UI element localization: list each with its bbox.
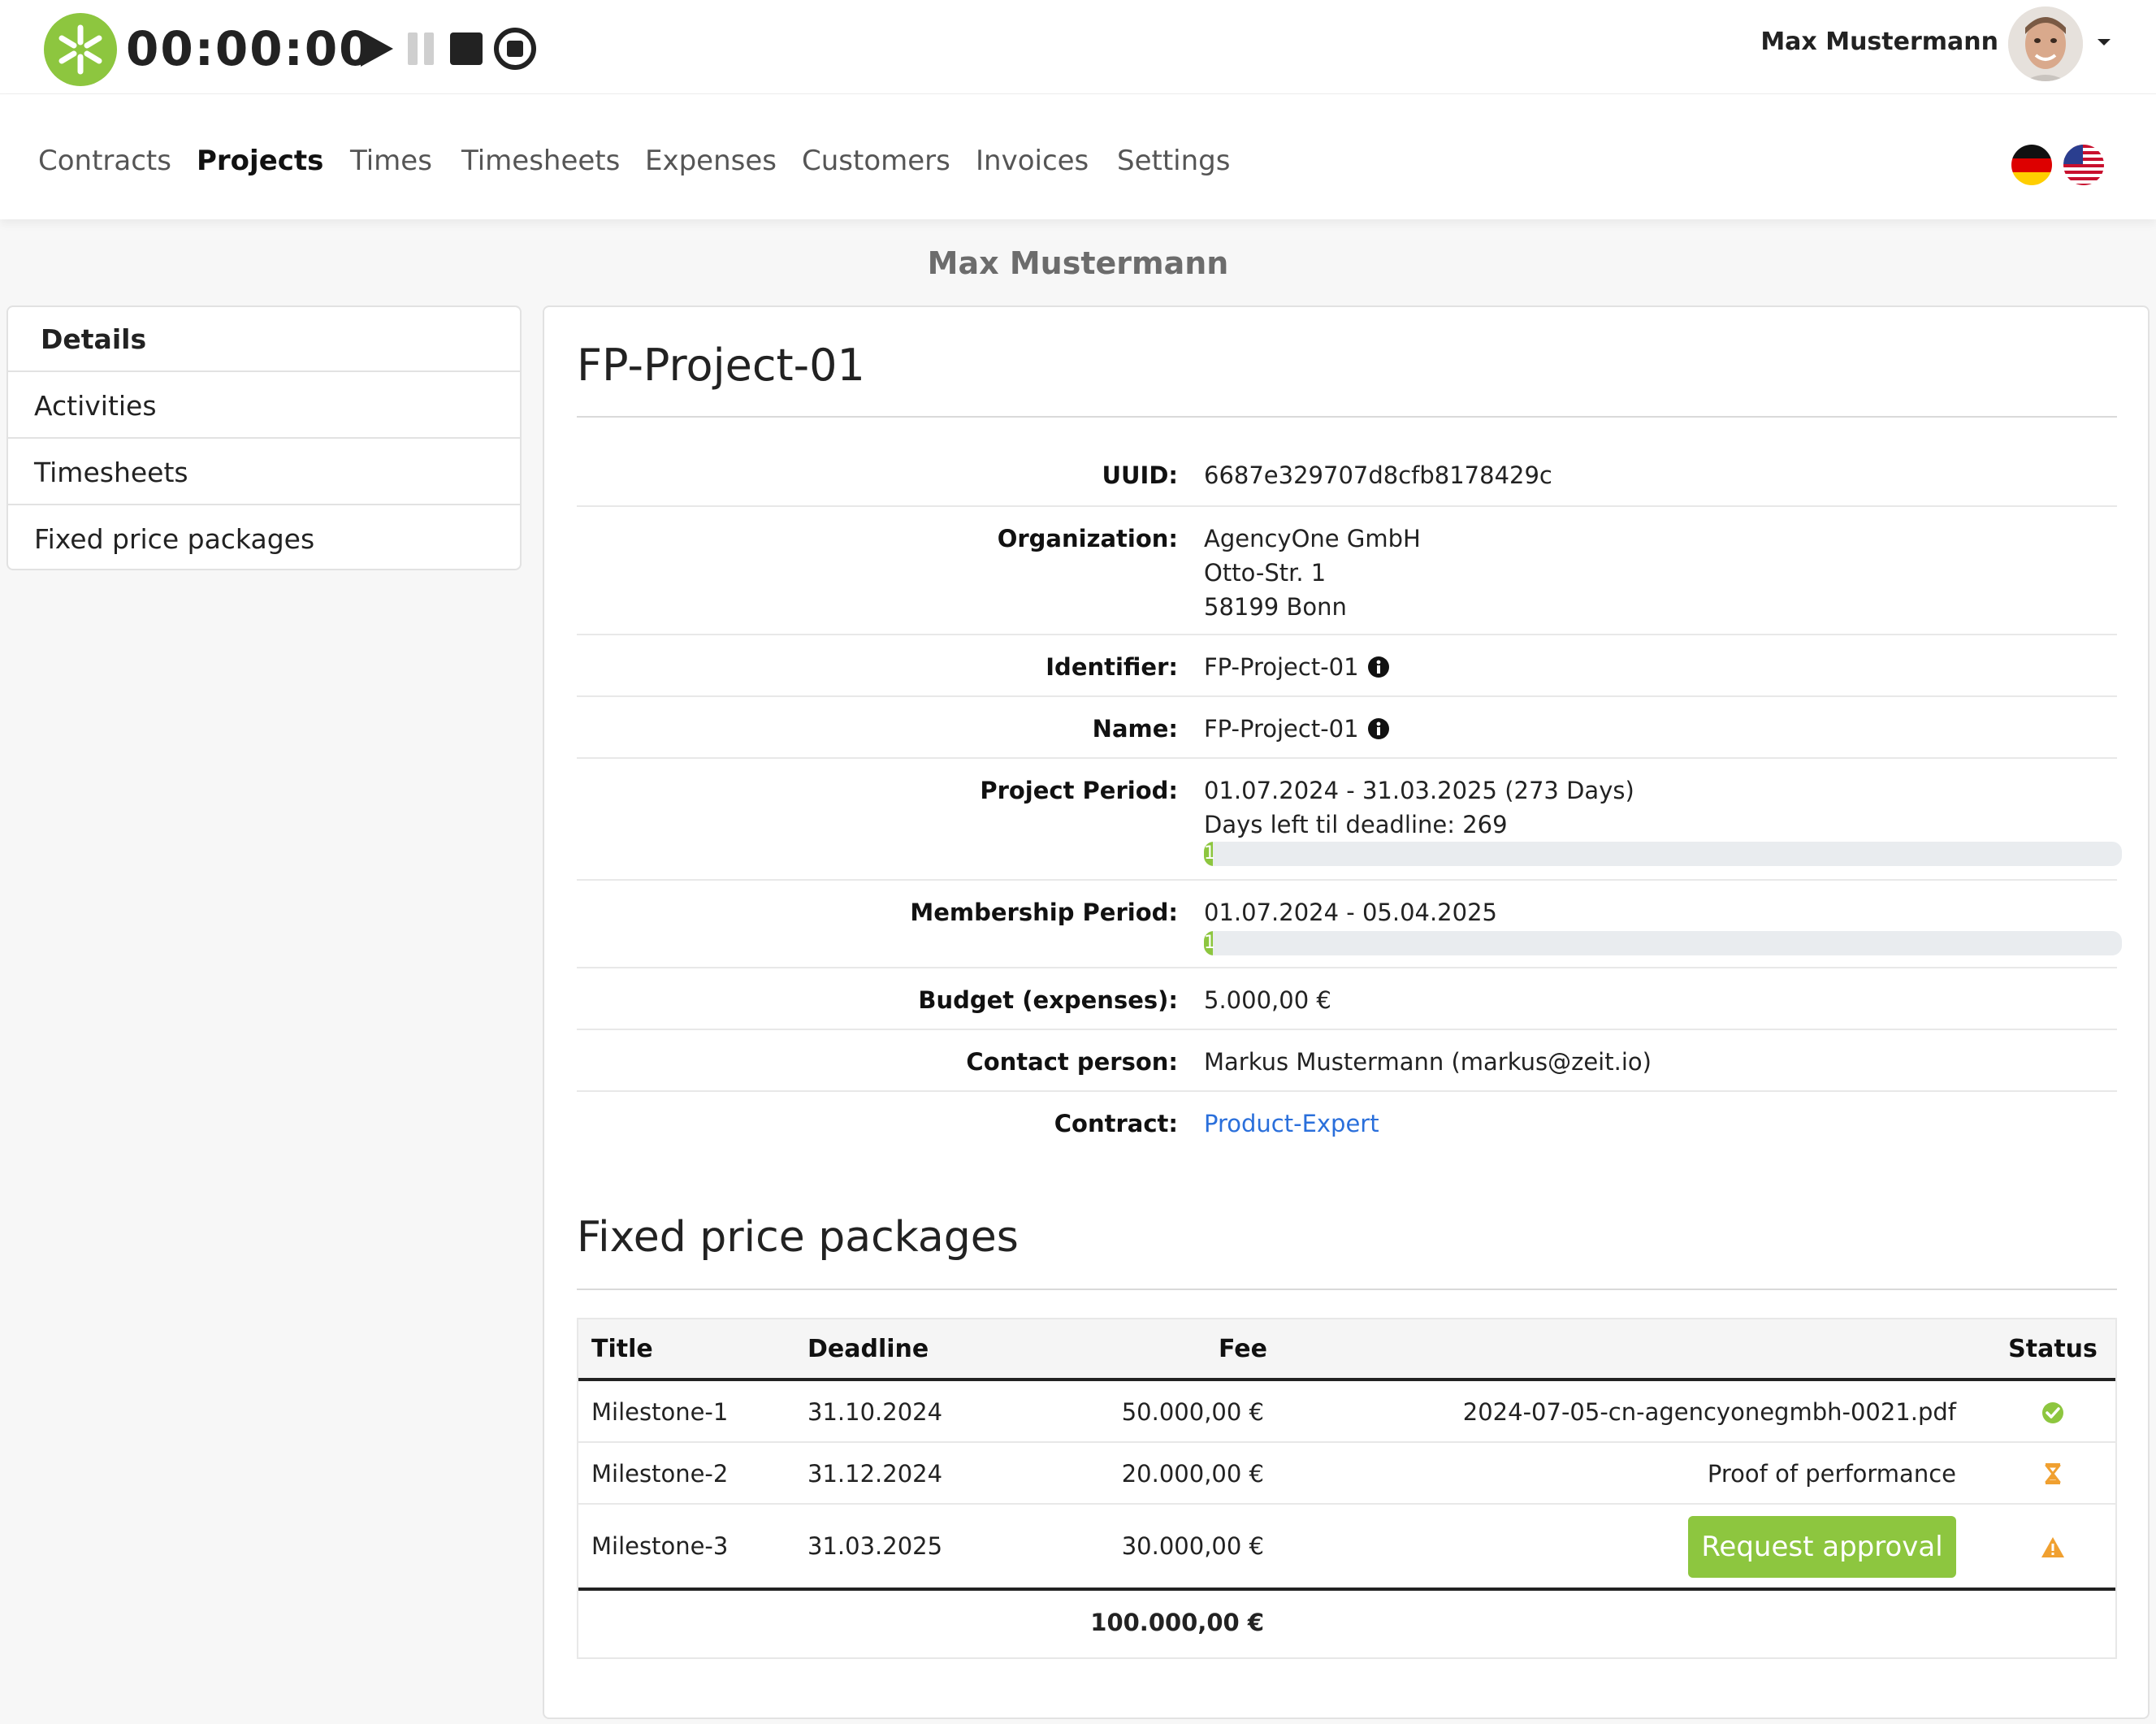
project-details-card: FP-Project-01 UUID: 6687e329707d8cfb8178… (543, 305, 2150, 1719)
user-menu-caret-icon[interactable] (2094, 32, 2114, 52)
membership-period-row: Membership Period: 01.07.2024 - 05.04.20… (577, 881, 2122, 968)
invoice-pdf-link[interactable]: 2024-07-05-cn-agencyonegmbh-0021.pdf (1391, 1395, 1956, 1429)
membership-period-label: Membership Period: (910, 899, 1178, 926)
top-bar: 00:00:00 Max Mustermann (0, 0, 2156, 94)
package-deadline: 31.10.2024 (807, 1398, 943, 1426)
uuid-label: UUID: (1102, 461, 1178, 489)
name-value: FP-Project-01 (1204, 712, 1390, 746)
packages-heading: Fixed price packages (577, 1213, 1019, 1262)
play-button[interactable] (354, 23, 403, 75)
organization-label: Organization: (997, 525, 1178, 552)
check-circle-icon (2041, 1401, 2065, 1425)
contact-row: Contact person: Markus Mustermann (marku… (577, 1030, 2117, 1092)
pause-button[interactable] (398, 23, 447, 75)
nav-times[interactable]: Times (350, 143, 432, 179)
project-progress-fill: 1 (1204, 842, 1215, 866)
days-left-text: Days left til deadline: 269 (1204, 811, 1508, 838)
uuid-value: 6687e329707d8cfb8178429c (1204, 461, 1552, 489)
packages-table-header: Title Deadline Fee Status (578, 1319, 2115, 1381)
contract-value: Product-Expert (1204, 1107, 1379, 1141)
organization-name: AgencyOne GmbH (1204, 525, 1421, 552)
identifier-row: Identifier: FP-Project-01 (577, 635, 2117, 697)
nav-contracts[interactable]: Contracts (38, 143, 171, 179)
nav-customers[interactable]: Customers (802, 143, 950, 179)
packages-table: Title Deadline Fee Status Milestone-1 31… (577, 1318, 2117, 1659)
contract-row: Contract: Product-Expert (577, 1092, 2117, 1154)
user-name[interactable]: Max Mustermann (1760, 24, 1998, 60)
sidebar-item-activities[interactable]: Activities (8, 374, 520, 439)
column-header-fee[interactable]: Fee (1219, 1332, 1267, 1367)
project-progress-bar: 1 (1204, 842, 2122, 866)
sidebar-item-details[interactable]: Details (8, 307, 520, 372)
stop-button[interactable] (442, 23, 491, 75)
budget-value: 5.000,00 € (1204, 986, 1331, 1014)
organization-value: AgencyOne GmbH Otto-Str. 1 58199 Bonn (1204, 522, 1421, 624)
table-row: Milestone-3 31.03.2025 30.000,00 € Reque… (578, 1505, 2115, 1591)
membership-period-value: 01.07.2024 - 05.04.2025 (1204, 899, 1497, 926)
package-title: Milestone-1 (591, 1398, 729, 1426)
package-deadline: 31.12.2024 (807, 1460, 943, 1488)
proof-of-performance-text: Proof of performance (1707, 1460, 1956, 1488)
package-fee: 50.000,00 € (1121, 1398, 1264, 1426)
project-sidebar: Details Activities Timesheets Fixed pric… (6, 305, 522, 570)
record-stop-button[interactable] (491, 23, 539, 75)
table-row: Milestone-2 31.12.2024 20.000,00 € Proof… (578, 1443, 2115, 1505)
us-flag-icon[interactable] (2063, 145, 2104, 185)
identifier-text: FP-Project-01 (1204, 653, 1359, 681)
nav-invoices[interactable]: Invoices (976, 143, 1089, 179)
name-text: FP-Project-01 (1204, 715, 1359, 743)
warning-icon (2041, 1536, 2065, 1560)
project-period-row: Project Period: 01.07.2024 - 31.03.2025 … (577, 759, 2122, 881)
hourglass-icon (2041, 1462, 2065, 1486)
info-icon[interactable] (1367, 715, 1390, 739)
column-header-title[interactable]: Title (591, 1332, 653, 1367)
membership-progress-bar: 1 (1204, 931, 2122, 955)
nav-timesheets[interactable]: Timesheets (461, 143, 620, 179)
membership-progress-fill: 1 (1204, 931, 1215, 955)
project-period-text: 01.07.2024 - 31.03.2025 (273 Days) (1204, 777, 1634, 804)
project-period-label: Project Period: (980, 777, 1178, 804)
budget-label: Budget (expenses): (918, 986, 1178, 1014)
contact-label: Contact person: (966, 1048, 1178, 1076)
name-label: Name: (1092, 715, 1178, 743)
organization-city: 58199 Bonn (1204, 593, 1347, 621)
title-divider (577, 416, 2117, 418)
package-fee: 30.000,00 € (1121, 1532, 1264, 1560)
sidebar-item-fixed-price-packages[interactable]: Fixed price packages (8, 507, 520, 572)
contract-label: Contract: (1054, 1110, 1178, 1137)
column-header-status[interactable]: Status (2008, 1332, 2098, 1367)
uuid-row: UUID: 6687e329707d8cfb8178429c (577, 444, 2117, 507)
identifier-value: FP-Project-01 (1204, 650, 1390, 684)
german-flag-icon[interactable] (2011, 145, 2052, 185)
packages-total: 100.000,00 € (1090, 1609, 1264, 1636)
info-icon[interactable] (1367, 653, 1390, 678)
budget-row: Budget (expenses): 5.000,00 € (577, 968, 2117, 1030)
timer-display: 00:00:00 (126, 21, 374, 76)
contact-value: Markus Mustermann (markus@zeit.io) (1204, 1048, 1652, 1076)
name-row: Name: FP-Project-01 (577, 697, 2117, 759)
package-fee: 20.000,00 € (1121, 1460, 1264, 1488)
nav-settings[interactable]: Settings (1117, 143, 1230, 179)
main-nav: Contracts Projects Times Timesheets Expe… (0, 94, 2156, 219)
sidebar-item-timesheets[interactable]: Timesheets (8, 440, 520, 505)
package-title: Milestone-3 (591, 1532, 729, 1560)
request-approval-button[interactable]: Request approval (1688, 1516, 1956, 1578)
project-period-value: 01.07.2024 - 31.03.2025 (273 Days) Days … (1204, 773, 1634, 842)
app-logo-icon[interactable] (44, 13, 117, 86)
package-deadline: 31.03.2025 (807, 1532, 943, 1560)
table-row: Milestone-1 31.10.2024 50.000,00 € 2024-… (578, 1381, 2115, 1443)
nav-expenses[interactable]: Expenses (645, 143, 777, 179)
nav-projects[interactable]: Projects (197, 143, 323, 179)
project-title: FP-Project-01 (577, 340, 865, 391)
package-title: Milestone-2 (591, 1460, 729, 1488)
organization-street: Otto-Str. 1 (1204, 559, 1327, 587)
column-header-deadline[interactable]: Deadline (807, 1332, 929, 1367)
packages-divider (577, 1289, 2117, 1290)
user-avatar[interactable] (2008, 6, 2083, 81)
identifier-label: Identifier: (1046, 653, 1178, 681)
organization-row: Organization: AgencyOne GmbH Otto-Str. 1… (577, 507, 2117, 635)
contract-link[interactable]: Product-Expert (1204, 1110, 1379, 1137)
page-user-title: Max Mustermann (927, 245, 1229, 281)
